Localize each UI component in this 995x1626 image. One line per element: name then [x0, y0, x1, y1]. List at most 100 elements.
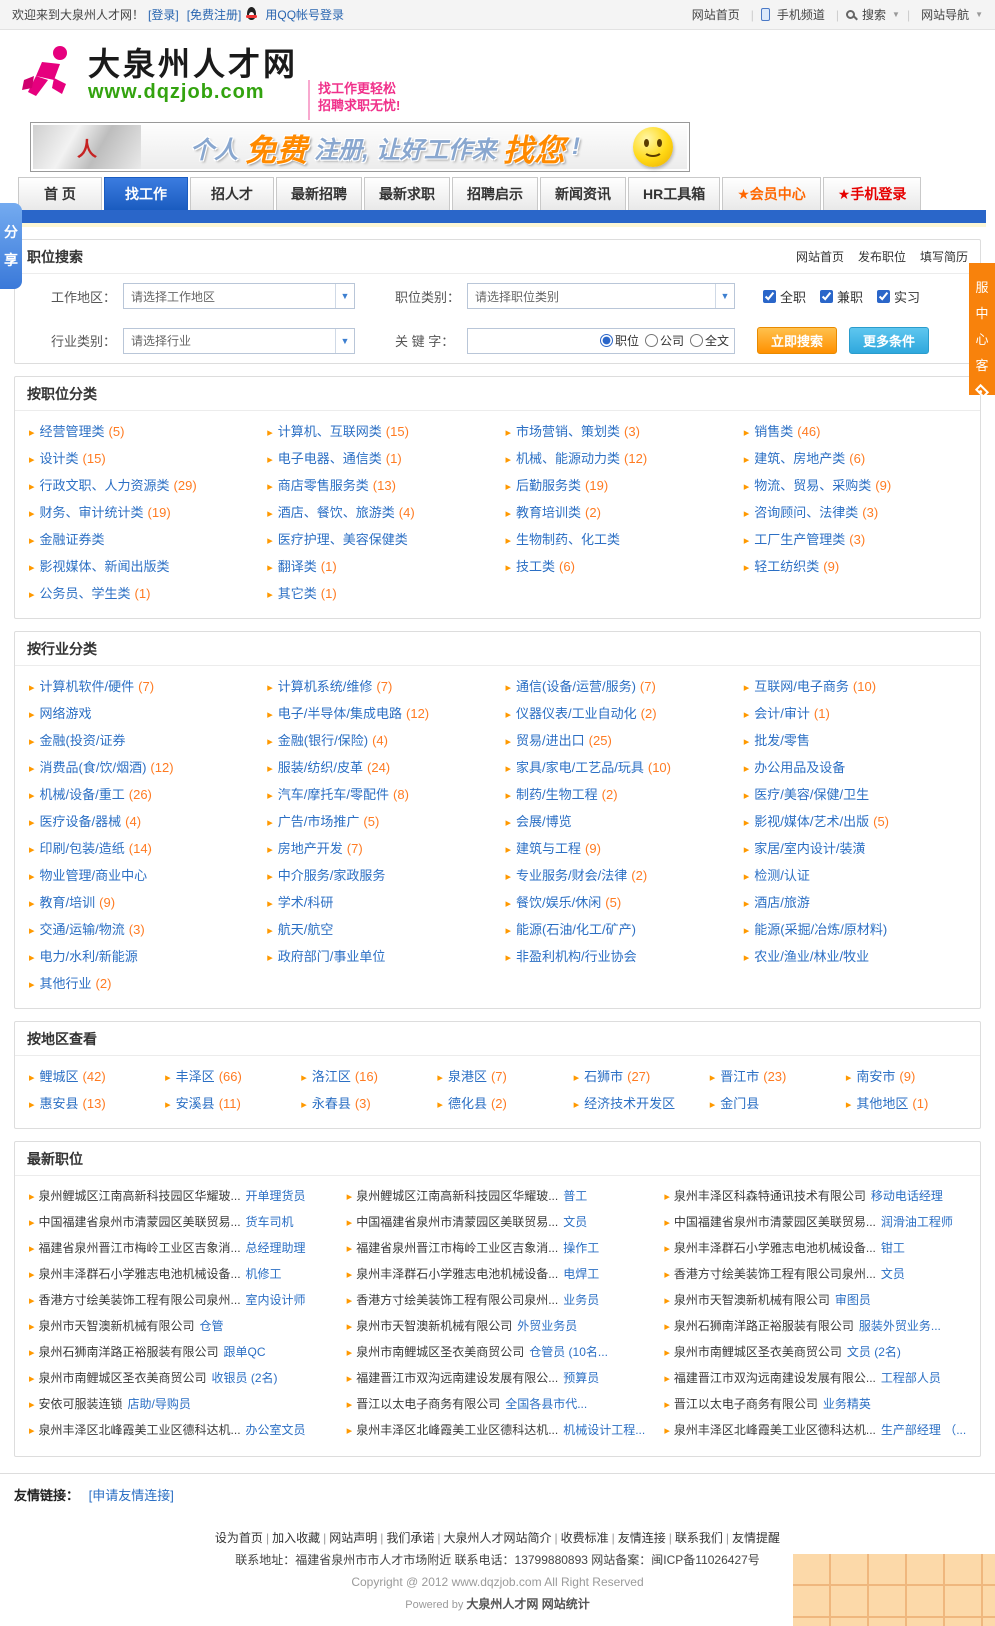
radio-input[interactable]	[600, 334, 613, 347]
region-link[interactable]: ▸石狮市(27)	[566, 1064, 702, 1091]
job-category-link[interactable]: ▸酒店、餐饮、旅游类(4)	[259, 500, 497, 527]
footer-link[interactable]: 友情提醒	[732, 1531, 780, 1545]
job-listing[interactable]: ▸泉州市天智澳新机械有限公司外贸业务员	[339, 1314, 657, 1340]
region-link[interactable]: ▸永春县(3)	[293, 1091, 429, 1118]
nav-tab[interactable]: 首 页	[18, 177, 102, 210]
industry-link[interactable]: ▸贸易/进出口(25)	[498, 728, 736, 755]
region-link[interactable]: ▸惠安县(13)	[21, 1091, 157, 1118]
nav-tab[interactable]: 招人才	[190, 177, 274, 210]
job-listing[interactable]: ▸中国福建省泉州市清蒙园区美联贸易...文员	[339, 1210, 657, 1236]
industry-link[interactable]: ▸检测/认证	[736, 863, 974, 890]
job-listing[interactable]: ▸泉州市南鲤城区圣衣美商贸公司收银员 (2名)	[21, 1366, 339, 1392]
industry-link[interactable]: ▸网络游戏	[21, 701, 259, 728]
industry-link[interactable]: ▸酒店/旅游	[736, 890, 974, 917]
industry-link[interactable]: ▸教育/培训(9)	[21, 890, 259, 917]
footer-link[interactable]: 我们承诺	[386, 1531, 434, 1545]
job-title-link[interactable]: 开单理货员	[246, 1189, 306, 1203]
job-title-link[interactable]: 普工	[563, 1189, 587, 1203]
nav-tab[interactable]: 招聘启示	[452, 177, 538, 210]
job-listing[interactable]: ▸安依可服装连锁店助/导购员	[21, 1392, 339, 1418]
job-listing[interactable]: ▸福建省泉州晋江市梅岭工业区吉象消...总经理助理	[21, 1236, 339, 1262]
job-listing[interactable]: ▸泉州市天智澳新机械有限公司审图员	[656, 1288, 974, 1314]
industry-link[interactable]: ▸非盈利机构/行业协会	[498, 944, 736, 971]
job-category-link[interactable]: ▸建筑、房地产类(6)	[736, 446, 974, 473]
industry-link[interactable]: ▸印刷/包装/造纸(14)	[21, 836, 259, 863]
footer-link[interactable]: 加入收藏	[272, 1531, 320, 1545]
industry-link[interactable]: ▸农业/渔业/林业/牧业	[736, 944, 974, 971]
topbar-search-link[interactable]: 搜索	[862, 6, 886, 23]
checkbox-input[interactable]	[877, 290, 890, 303]
checkbox-input[interactable]	[763, 290, 776, 303]
apply-friend-link[interactable]: [申请友情连接]	[89, 1488, 174, 1503]
search-panel-link[interactable]: 网站首页	[796, 250, 844, 264]
job-title-link[interactable]: 室内设计师	[246, 1293, 306, 1307]
job-category-link[interactable]: ▸技工类(6)	[498, 554, 736, 581]
nav-tab[interactable]: 最新招聘	[276, 177, 362, 210]
industry-link[interactable]: ▸航天/航空	[259, 917, 497, 944]
industry-link[interactable]: ▸仪器仪表/工业自动化(2)	[498, 701, 736, 728]
job-title-link[interactable]: 办公室文员	[246, 1423, 306, 1437]
industry-link[interactable]: ▸会计/审计(1)	[736, 701, 974, 728]
industry-link[interactable]: ▸消费品(食/饮/烟酒)(12)	[21, 755, 259, 782]
job-category-link[interactable]: ▸其它类(1)	[259, 581, 497, 608]
footer-link[interactable]: 设为首页	[215, 1531, 263, 1545]
industry-link[interactable]: ▸医疗/美容/保健/卫生	[736, 782, 974, 809]
region-link[interactable]: ▸晋江市(23)	[702, 1064, 838, 1091]
job-listing[interactable]: ▸香港方寸绘美装饰工程有限公司泉州...业务员	[339, 1288, 657, 1314]
region-link[interactable]: ▸泉港区(7)	[429, 1064, 565, 1091]
job-title-link[interactable]: 全国各县市代...	[505, 1397, 587, 1411]
job-title-link[interactable]: 仓管员 (10名...	[529, 1345, 608, 1359]
job-category-link[interactable]: ▸医疗护理、美容保健类	[259, 527, 497, 554]
job-category-link[interactable]: ▸轻工纺织类(9)	[736, 554, 974, 581]
job-listing[interactable]: ▸福建晋江市双沟远南建设发展有限公...预算员	[339, 1366, 657, 1392]
industry-link[interactable]: ▸其他行业(2)	[21, 971, 259, 998]
job-listing[interactable]: ▸泉州鲤城区江南高新科技园区华耀玻...开单理货员	[21, 1184, 339, 1210]
job-listing[interactable]: ▸香港方寸绘美装饰工程有限公司泉州...文员	[656, 1262, 974, 1288]
job-title-link[interactable]: 移动电话经理	[871, 1189, 943, 1203]
industry-link[interactable]: ▸能源(采掘/冶炼/原材料)	[736, 917, 974, 944]
industry-link[interactable]: ▸医疗设备/器械(4)	[21, 809, 259, 836]
nav-tab[interactable]: 最新求职	[364, 177, 450, 210]
industry-link[interactable]: ▸房地产开发(7)	[259, 836, 497, 863]
job-title-link[interactable]: 跟单QC	[224, 1345, 266, 1359]
region-link[interactable]: ▸其他地区(1)	[838, 1091, 974, 1118]
job-title-link[interactable]: 收银员 (2名)	[212, 1371, 278, 1385]
job-title-link[interactable]: 机械设计工程...	[563, 1423, 645, 1437]
job-title-link[interactable]: 文员	[563, 1215, 587, 1229]
job-category-link[interactable]: ▸机械、能源动力类(12)	[498, 446, 736, 473]
region-link[interactable]: ▸金门县	[702, 1091, 838, 1118]
job-nature-checkbox[interactable]: 兼职	[820, 287, 863, 306]
customer-service-tab[interactable]: 服中心客	[969, 263, 995, 395]
job-listing[interactable]: ▸泉州石狮南洋路正裕服装有限公司跟单QC	[21, 1340, 339, 1366]
industry-link[interactable]: ▸制药/生物工程(2)	[498, 782, 736, 809]
job-category-link[interactable]: ▸金融证券类	[21, 527, 259, 554]
radio-input[interactable]	[645, 334, 658, 347]
job-title-link[interactable]: 服装外贸业务...	[859, 1319, 941, 1333]
industry-link[interactable]: ▸电子/半导体/集成电路(12)	[259, 701, 497, 728]
job-title-link[interactable]: 钳工	[881, 1241, 905, 1255]
industry-link[interactable]: ▸计算机软件/硬件(7)	[21, 674, 259, 701]
job-category-link[interactable]: ▸设计类(15)	[21, 446, 259, 473]
industry-link[interactable]: ▸互联网/电子商务(10)	[736, 674, 974, 701]
job-title-link[interactable]: 审图员	[835, 1293, 871, 1307]
job-title-link[interactable]: 外贸业务员	[517, 1319, 577, 1333]
job-listing[interactable]: ▸泉州鲤城区江南高新科技园区华耀玻...普工	[339, 1184, 657, 1210]
job-listing[interactable]: ▸香港方寸绘美装饰工程有限公司泉州...室内设计师	[21, 1288, 339, 1314]
job-title-link[interactable]: 文员	[881, 1267, 905, 1281]
job-title-link[interactable]: 电焊工	[563, 1267, 599, 1281]
footer-link[interactable]: 收费标准	[561, 1531, 609, 1545]
job-title-link[interactable]: 工程部人员	[881, 1371, 941, 1385]
job-listing[interactable]: ▸泉州市南鲤城区圣衣美商贸公司仓管员 (10名...	[339, 1340, 657, 1366]
job-title-link[interactable]: 生产部经理 （...	[881, 1423, 966, 1437]
radio-input[interactable]	[690, 334, 703, 347]
job-listing[interactable]: ▸中国福建省泉州市清蒙园区美联贸易...货车司机	[21, 1210, 339, 1236]
job-listing[interactable]: ▸泉州丰泽区科森特通讯技术有限公司移动电话经理	[656, 1184, 974, 1210]
job-listing[interactable]: ▸泉州丰泽群石小学雅志电池机械设备...钳工	[656, 1236, 974, 1262]
footer-link[interactable]: 联系我们	[675, 1531, 723, 1545]
job-type-select[interactable]: 请选择职位类别▼	[467, 283, 735, 309]
job-listing[interactable]: ▸泉州丰泽区北峰霞美工业区德科达机...机械设计工程...	[339, 1418, 657, 1444]
job-nature-checkbox[interactable]: 全职	[763, 287, 806, 306]
industry-link[interactable]: ▸家具/家电/工艺品/玩具(10)	[498, 755, 736, 782]
industry-link[interactable]: ▸服装/纺织/皮革(24)	[259, 755, 497, 782]
job-listing[interactable]: ▸泉州丰泽群石小学雅志电池机械设备...电焊工	[339, 1262, 657, 1288]
